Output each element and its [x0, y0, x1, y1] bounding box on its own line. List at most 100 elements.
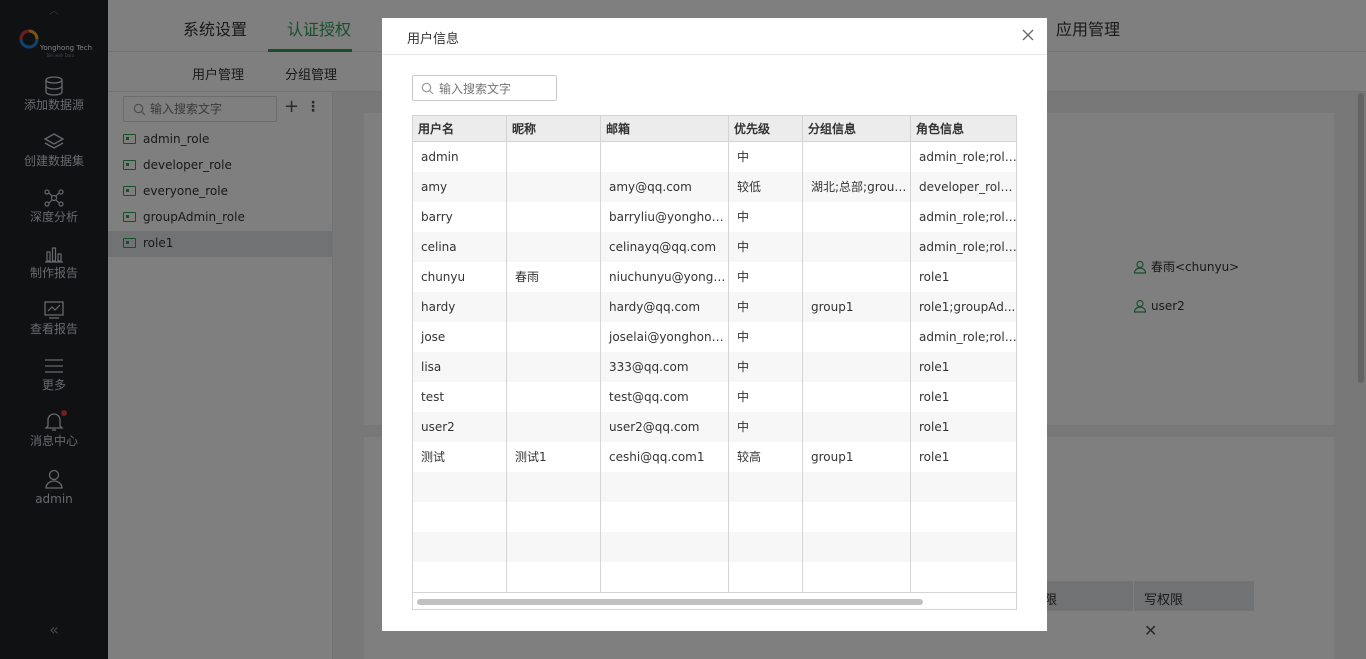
table-cell: 中: [737, 270, 750, 284]
table-cell: lisa: [421, 360, 442, 374]
table-cell: admin_role;role1: [919, 330, 1017, 344]
column-header-role[interactable]: 角色信息: [911, 116, 1016, 142]
search-icon: [421, 82, 434, 95]
column-header-group[interactable]: 分组信息: [803, 116, 911, 142]
table-cell: 中: [737, 420, 750, 434]
table-cell: role1: [919, 420, 950, 434]
table-row[interactable]: barry barryliu@yonghong... 中 admin_role;rol…: [413, 202, 1017, 232]
table-cell: user2@qq.com: [609, 420, 700, 434]
table-cell: 测试: [421, 450, 446, 464]
close-icon[interactable]: [1021, 28, 1035, 42]
user-table: 用户名 昵称 邮箱 优先级 分组信息 角色信息 admin 中 admin_role…: [412, 115, 1017, 610]
column-divider: [728, 142, 729, 592]
table-cell: group1: [811, 300, 854, 314]
dialog-search-input[interactable]: [439, 80, 551, 97]
table-cell: [507, 142, 601, 172]
table-cell: 中: [737, 360, 750, 374]
table-cell: admin_role;role1: [919, 240, 1017, 254]
column-divider: [506, 142, 507, 592]
table-cell: [803, 412, 911, 442]
table-cell: test: [421, 390, 445, 404]
empty-table-row: [413, 502, 1016, 532]
table-cell: hardy: [421, 300, 456, 314]
table-cell: [507, 202, 601, 232]
table-cell: [507, 172, 601, 202]
table-cell: role1;groupAd...: [919, 300, 1016, 314]
table-row[interactable]: lisa 333@qq.com 中 role1: [413, 352, 1016, 382]
table-cell: [507, 412, 601, 442]
table-cell: chunyu: [421, 270, 466, 284]
dialog-title: 用户信息: [407, 32, 460, 47]
table-cell: 中: [737, 300, 750, 314]
table-cell: [507, 232, 601, 262]
table-cell: role1: [919, 270, 950, 284]
table-cell: celinayq@qq.com: [609, 240, 717, 254]
column-divider: [910, 142, 911, 592]
empty-table-row: [413, 472, 1016, 502]
empty-table-row: [413, 532, 1016, 562]
table-horizontal-scrollbar[interactable]: [413, 592, 1016, 609]
table-cell: 中: [737, 150, 750, 164]
table-cell: admin_role;role1: [919, 210, 1017, 224]
table-cell: hardy@qq.com: [609, 300, 701, 314]
table-cell: [803, 262, 911, 292]
table-cell: [507, 292, 601, 322]
table-cell: developer_role;...: [919, 180, 1017, 194]
table-cell: 中: [737, 390, 750, 404]
table-cell: [601, 142, 729, 172]
table-cell: [803, 352, 911, 382]
table-cell: 湖北;总部;group...: [811, 180, 911, 194]
table-cell: niuchunyu@yongh...: [609, 270, 729, 284]
table-cell: role1: [919, 390, 950, 404]
table-row[interactable]: amy amy@qq.com 较低 湖北;总部;group... developer_r…: [413, 172, 1017, 202]
table-cell: joselai@yonghongt...: [609, 330, 729, 344]
table-cell: [803, 232, 911, 262]
table-cell: [803, 382, 911, 412]
table-row[interactable]: chunyu 春雨 niuchunyu@yongh... 中 role1: [413, 262, 1016, 292]
table-cell: 333@qq.com: [609, 360, 689, 374]
column-divider: [802, 142, 803, 592]
table-cell: amy: [421, 180, 448, 194]
user-table-header: 用户名 昵称 邮箱 优先级 分组信息 角色信息: [413, 116, 1016, 142]
table-cell: 中: [737, 240, 750, 254]
table-cell: [803, 322, 911, 352]
table-row[interactable]: celina celinayq@qq.com 中 admin_role;role1: [413, 232, 1017, 262]
table-row[interactable]: 测试 测试1 ceshi@qq.com1 较高 group1 role1: [413, 442, 1016, 472]
table-row[interactable]: user2 user2@qq.com 中 role1: [413, 412, 1016, 442]
column-divider: [600, 142, 601, 592]
table-cell: 测试1: [515, 450, 547, 464]
column-header-email[interactable]: 邮箱: [601, 116, 729, 142]
column-header-nickname[interactable]: 昵称: [507, 116, 601, 142]
table-cell: role1: [919, 450, 950, 464]
table-cell: 春雨: [515, 270, 540, 284]
table-cell: [803, 142, 911, 172]
table-cell: admin_role;role1: [919, 150, 1017, 164]
table-cell: role1: [919, 360, 950, 374]
table-cell: [803, 202, 911, 232]
empty-table-row: [413, 562, 1016, 592]
table-cell: jose: [421, 330, 446, 344]
scrollbar-thumb[interactable]: [417, 599, 923, 605]
table-cell: user2: [421, 420, 455, 434]
table-cell: [507, 352, 601, 382]
dialog-header: 用户信息: [382, 18, 1047, 55]
dialog-search-box: [412, 75, 557, 101]
table-cell: celina: [421, 240, 457, 254]
table-row[interactable]: admin 中 admin_role;role1: [413, 142, 1017, 172]
table-cell: barryliu@yonghong...: [609, 210, 729, 224]
table-cell: [507, 322, 601, 352]
column-header-priority[interactable]: 优先级: [729, 116, 803, 142]
table-cell: admin: [421, 150, 459, 164]
table-cell: group1: [811, 450, 854, 464]
column-header-username[interactable]: 用户名: [413, 116, 507, 142]
user-info-dialog: 用户信息 用户名 昵称 邮箱 优先级 分组信息 角色信息 admin中admin…: [382, 18, 1047, 631]
table-cell: 较高: [737, 450, 762, 464]
table-row[interactable]: jose joselai@yonghongt... 中 admin_role;role…: [413, 322, 1017, 352]
table-cell: [507, 382, 601, 412]
table-row[interactable]: test test@qq.com 中 role1: [413, 382, 1016, 412]
table-cell: test@qq.com: [609, 390, 689, 404]
table-cell: 较低: [737, 180, 762, 194]
table-cell: ceshi@qq.com1: [609, 450, 705, 464]
table-row[interactable]: hardy hardy@qq.com 中 group1 role1;groupAd...: [413, 292, 1016, 322]
table-cell: amy@qq.com: [609, 180, 692, 194]
